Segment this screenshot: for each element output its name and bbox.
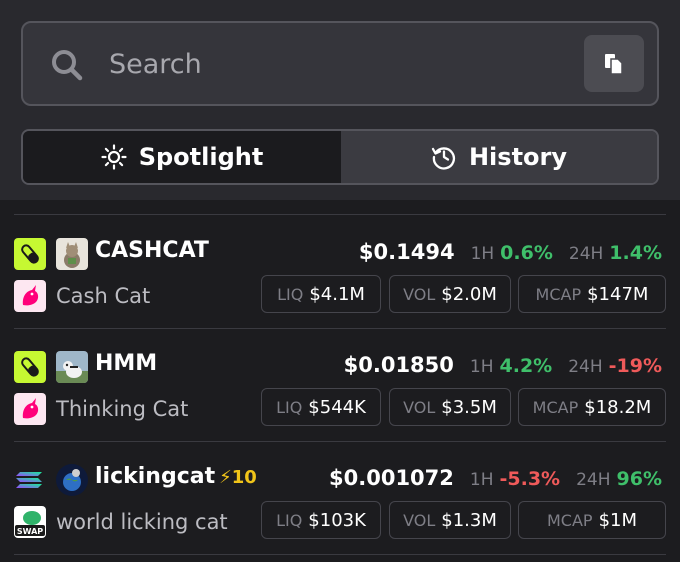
mcap-pill: MCAP $18.2M	[518, 388, 666, 426]
sun-icon	[101, 144, 127, 170]
price: $0.001072	[329, 466, 454, 490]
paste-button[interactable]	[584, 35, 644, 92]
volume-pill: VOL $3.5M	[389, 388, 511, 426]
token-logo-hmm	[56, 351, 88, 383]
search-input[interactable]	[109, 41, 569, 87]
tab-spotlight[interactable]: Spotlight	[23, 131, 341, 183]
price-line: $0.01850 1H 4.2% 24H -19%	[344, 353, 662, 377]
token-name: world licking cat	[56, 510, 228, 534]
search-bar[interactable]	[21, 21, 659, 106]
h1-label: 1H	[470, 244, 495, 264]
h1-change: -5.3%	[499, 468, 561, 490]
h24-change: 96%	[616, 468, 662, 490]
price-line: $0.1494 1H 0.6% 24H 1.4%	[359, 240, 662, 264]
pump-icon	[14, 351, 46, 383]
price: $0.1494	[358, 240, 455, 264]
token-symbol: lickingcat ⚡10	[95, 464, 257, 489]
h24-label: 24H	[568, 357, 603, 377]
solana-icon	[14, 464, 46, 496]
tab-bar: Spotlight History	[21, 129, 659, 185]
token-row-lickingcat[interactable]: lickingcat ⚡10 SWAP world licking cat $0.…	[0, 442, 680, 555]
h24-label: 24H	[576, 470, 611, 490]
price-line: $0.001072 1H -5.3% 24H 96%	[329, 466, 662, 490]
token-row-cashcat[interactable]: CASHCAT Cash Cat $0.1494 1H 0.6% 24H 1.4…	[0, 216, 680, 329]
token-symbol: HMM	[95, 351, 158, 376]
token-name: Thinking Cat	[56, 397, 189, 421]
token-name: Cash Cat	[56, 284, 151, 308]
h24-change: -19%	[608, 355, 662, 377]
token-symbol: CASHCAT	[95, 238, 209, 263]
h1-label: 1H	[469, 357, 494, 377]
h1-label: 1H	[469, 470, 494, 490]
price: $0.01850	[343, 353, 454, 377]
h24-change: 1.4%	[609, 242, 662, 264]
token-logo-cashcat	[56, 238, 88, 270]
token-row-hmm[interactable]: HMM Thinking Cat $0.01850 1H 4.2% 24H -1…	[0, 329, 680, 442]
swap-icon: SWAP	[14, 506, 46, 538]
h24-label: 24H	[568, 244, 604, 264]
search-icon	[52, 50, 83, 81]
history-icon	[431, 147, 456, 170]
tab-history[interactable]: History	[341, 131, 657, 183]
unicorn-icon	[14, 393, 46, 425]
h1-change: 0.6%	[500, 242, 553, 264]
mcap-pill: MCAP $1M	[518, 501, 666, 539]
boost-badge: ⚡10	[219, 467, 257, 488]
liquidity-pill: LIQ $4.1M	[261, 275, 381, 313]
list-divider	[14, 214, 666, 215]
volume-pill: VOL $2.0M	[389, 275, 511, 313]
liquidity-pill: LIQ $544K	[261, 388, 381, 426]
volume-pill: VOL $1.3M	[389, 501, 511, 539]
token-logo-lickingcat	[56, 464, 88, 496]
row-divider	[14, 554, 666, 555]
mcap-pill: MCAP $147M	[518, 275, 666, 313]
swap-badge-text: SWAP	[17, 527, 43, 536]
header-panel: Spotlight History	[0, 0, 680, 200]
tab-spotlight-label: Spotlight	[138, 143, 264, 171]
h1-change: 4.2%	[499, 355, 553, 377]
clipboard-icon	[605, 53, 623, 75]
liquidity-pill: LIQ $103K	[261, 501, 381, 539]
tab-history-label: History	[468, 143, 568, 171]
unicorn-icon	[14, 280, 46, 312]
pump-icon	[14, 238, 46, 270]
